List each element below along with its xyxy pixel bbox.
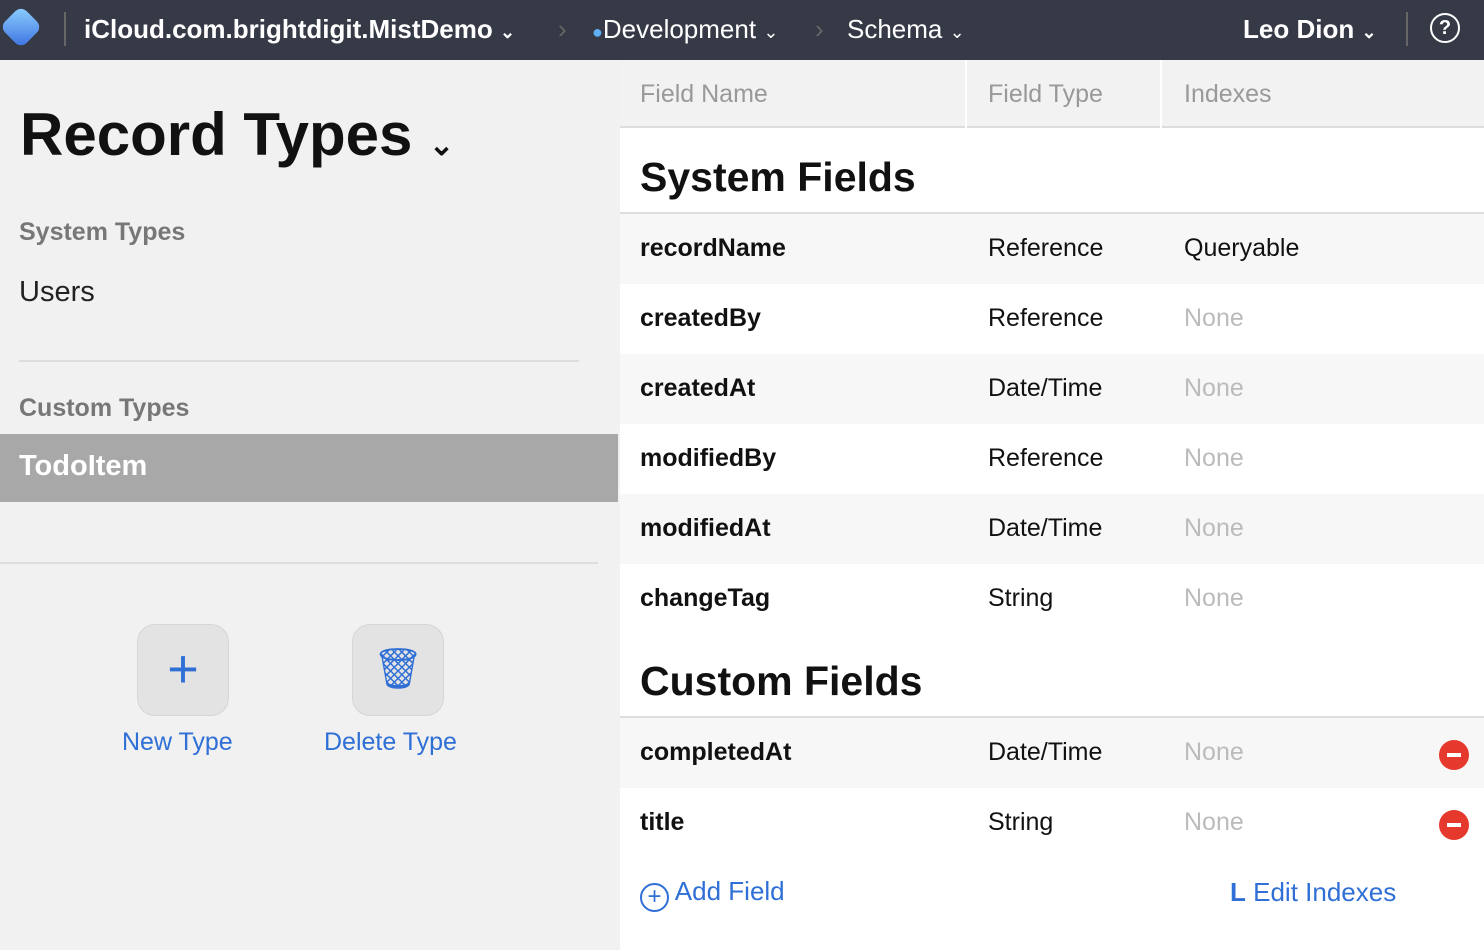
field-type: Date/Time [988, 374, 1103, 402]
status-dot-icon: ● [592, 22, 603, 42]
trash-icon: 🗑 [372, 647, 424, 691]
field-indexes: Queryable [1184, 234, 1300, 262]
column-header-field-type[interactable]: Field Type [988, 80, 1103, 109]
breadcrumb-chevron-icon: › [558, 14, 567, 44]
field-type: String [988, 808, 1054, 836]
remove-field-icon[interactable] [1439, 740, 1469, 770]
column-divider [1160, 60, 1162, 128]
schema-selector[interactable]: Schema ⌄ [847, 14, 965, 45]
field-indexes: None [1184, 808, 1244, 836]
divider [64, 12, 66, 46]
field-type: Date/Time [988, 738, 1103, 766]
field-indexes: None [1184, 444, 1244, 472]
cloudkit-logo-icon [0, 5, 43, 49]
field-indexes: None [1184, 304, 1244, 332]
environment-selector[interactable]: ●Development ⌄ [592, 14, 778, 45]
field-indexes: None [1184, 584, 1244, 612]
table-row[interactable]: changeTag String None [620, 564, 1484, 634]
field-indexes: None [1184, 514, 1244, 542]
field-indexes: None [1184, 374, 1244, 402]
delete-type-label[interactable]: Delete Type [324, 728, 457, 757]
field-name: changeTag [640, 584, 771, 612]
plus-circle-icon: + [640, 883, 669, 912]
chevron-down-icon: ⌄ [1361, 22, 1377, 42]
column-header-indexes[interactable]: Indexes [1184, 80, 1272, 109]
field-type: Date/Time [988, 514, 1103, 542]
table-header: Field Name Field Type Indexes [620, 60, 1484, 128]
chevron-down-icon: ⌄ [949, 22, 965, 42]
field-name: title [640, 808, 685, 836]
edit-indexes-button[interactable]: L Edit Indexes [1230, 877, 1396, 908]
field-name: recordName [640, 234, 786, 262]
page-title[interactable]: Record Types ⌄ [20, 100, 454, 169]
new-type-button[interactable]: + [137, 624, 229, 716]
divider [1406, 12, 1408, 46]
column-divider [965, 60, 967, 128]
table-row[interactable]: recordName Reference Queryable [620, 214, 1484, 284]
sidebar: Record Types ⌄ System Types Users Custom… [0, 60, 618, 950]
chevron-down-icon: ⌄ [429, 129, 455, 162]
container-selector[interactable]: iCloud.com.brightdigit.MistDemo ⌄ [84, 14, 515, 45]
table-row[interactable]: modifiedAt Date/Time None [620, 494, 1484, 564]
chevron-down-icon: ⌄ [500, 22, 516, 42]
sidebar-item-todoitem[interactable]: TodoItem [0, 434, 618, 502]
index-icon: L [1230, 877, 1246, 907]
delete-type-button[interactable]: 🗑 [352, 624, 444, 716]
field-name: modifiedAt [640, 514, 771, 542]
sidebar-item-users[interactable]: Users [19, 276, 95, 309]
breadcrumb-chevron-icon: › [815, 14, 824, 44]
column-header-field-name[interactable]: Field Name [640, 80, 768, 109]
field-type: Reference [988, 234, 1104, 262]
top-bar: iCloud.com.brightdigit.MistDemo ⌄ › ●Dev… [0, 0, 1484, 60]
chevron-down-icon: ⌄ [763, 22, 779, 42]
fields-table: Field Name Field Type Indexes System Fie… [620, 60, 1484, 950]
field-name: modifiedBy [640, 444, 777, 472]
field-type: Reference [988, 444, 1104, 472]
field-type: Reference [988, 304, 1104, 332]
custom-fields-title: Custom Fields [640, 658, 923, 704]
plus-icon: + [167, 639, 199, 699]
field-name: createdBy [640, 304, 761, 332]
table-row[interactable]: completedAt Date/Time None [620, 718, 1484, 788]
system-types-header: System Types [19, 218, 186, 246]
help-icon[interactable]: ? [1430, 13, 1460, 43]
field-type: String [988, 584, 1054, 612]
table-row[interactable]: createdAt Date/Time None [620, 354, 1484, 424]
divider [0, 562, 598, 564]
field-name: createdAt [640, 374, 756, 402]
custom-types-header: Custom Types [19, 394, 190, 422]
field-indexes: None [1184, 738, 1244, 766]
add-field-button[interactable]: + Add Field [640, 876, 785, 912]
remove-field-icon[interactable] [1439, 810, 1469, 840]
table-row[interactable]: createdBy Reference None [620, 284, 1484, 354]
table-row[interactable]: modifiedBy Reference None [620, 424, 1484, 494]
divider [19, 360, 579, 362]
system-fields-title: System Fields [640, 154, 916, 200]
new-type-label[interactable]: New Type [122, 728, 233, 757]
field-name: completedAt [640, 738, 792, 766]
user-menu[interactable]: Leo Dion ⌄ [1243, 14, 1377, 45]
table-row[interactable]: title String None [620, 788, 1484, 858]
